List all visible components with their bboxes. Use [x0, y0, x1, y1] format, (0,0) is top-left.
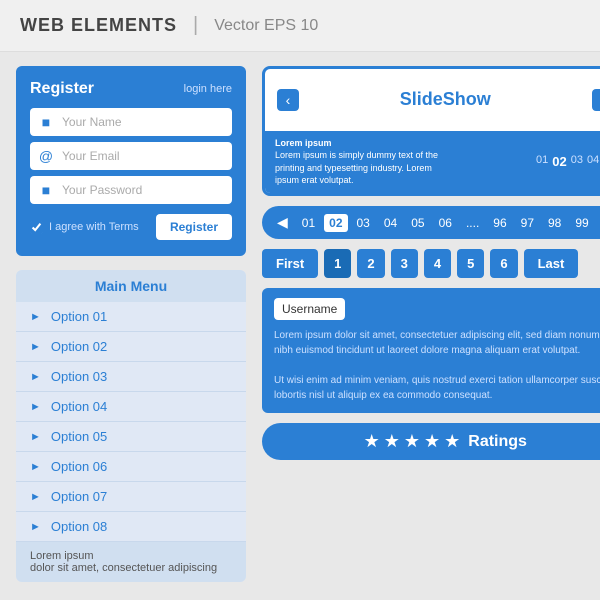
- email-placeholder: Your Email: [62, 149, 120, 163]
- menu-label-5: Option 05: [51, 429, 107, 444]
- arrow-icon-5: ►: [30, 431, 41, 443]
- name-placeholder: Your Name: [62, 115, 122, 129]
- menu-item-7[interactable]: ► Option 07: [16, 482, 246, 512]
- pag-5[interactable]: 5: [457, 249, 484, 278]
- page-06[interactable]: 06: [434, 214, 457, 232]
- arrow-icon-6: ►: [30, 461, 41, 473]
- dot-2[interactable]: 02: [552, 154, 566, 169]
- menu-footer: Lorem ipsum dolor sit amet, consectetuer…: [16, 542, 246, 582]
- name-field: ■ Your Name: [30, 108, 232, 136]
- dot-4[interactable]: 04: [587, 154, 599, 169]
- pag-3[interactable]: 3: [391, 249, 418, 278]
- ratings-bar: ★ ★ ★ ★ ★ Ratings: [262, 423, 600, 460]
- user-icon: ■: [38, 114, 54, 130]
- arrow-icon-7: ►: [30, 491, 41, 503]
- last-button[interactable]: Last: [524, 249, 579, 278]
- menu-label-3: Option 03: [51, 369, 107, 384]
- slide-lorem-text: Lorem ipsum Lorem ipsum is simply dummy …: [275, 137, 455, 187]
- register-header: Register login here: [30, 80, 232, 98]
- slide-dots: 01 02 03 04 05: [536, 154, 600, 169]
- ratings-label: Ratings: [468, 433, 527, 451]
- login-link[interactable]: login here: [184, 83, 232, 95]
- register-title: Register: [30, 80, 94, 98]
- star-5: ★: [444, 431, 460, 452]
- star-3: ★: [404, 431, 420, 452]
- page-96[interactable]: 96: [488, 214, 511, 232]
- menu-title: Main Menu: [16, 270, 246, 302]
- menu-item-6[interactable]: ► Option 06: [16, 452, 246, 482]
- menu-footer-line1: Lorem ipsum: [30, 550, 232, 562]
- arrow-icon-1: ►: [30, 311, 41, 323]
- slide-next-button[interactable]: ›: [592, 89, 600, 111]
- page-04[interactable]: 04: [379, 214, 402, 232]
- slideshow-main: ‹ SlideShow ›: [265, 69, 600, 131]
- page-97[interactable]: 97: [516, 214, 539, 232]
- main-menu: Main Menu ► Option 01 ► Option 02 ► Opti…: [16, 270, 246, 582]
- page-03[interactable]: 03: [352, 214, 375, 232]
- menu-item-5[interactable]: ► Option 05: [16, 422, 246, 452]
- password-field: ■ Your Password: [30, 176, 232, 204]
- pag-4[interactable]: 4: [424, 249, 451, 278]
- dot-3[interactable]: 03: [571, 154, 583, 169]
- pag-1[interactable]: 1: [324, 249, 351, 278]
- menu-item-3[interactable]: ► Option 03: [16, 362, 246, 392]
- menu-label-1: Option 01: [51, 309, 107, 324]
- page-ellipsis: ....: [461, 214, 484, 232]
- lock-icon: ■: [38, 182, 54, 198]
- menu-label-8: Option 08: [51, 519, 107, 534]
- page-01[interactable]: 01: [297, 214, 320, 232]
- header-divider: |: [193, 14, 198, 37]
- first-button[interactable]: First: [262, 249, 318, 278]
- menu-item-1[interactable]: ► Option 01: [16, 302, 246, 332]
- menu-label-6: Option 06: [51, 459, 107, 474]
- pagination-bottom: First 1 2 3 4 5 6 Last: [262, 249, 600, 278]
- star-4: ★: [424, 431, 440, 452]
- page-title: WEB ELEMENTS: [20, 15, 177, 36]
- star-2: ★: [384, 431, 400, 452]
- page-99[interactable]: 99: [570, 214, 593, 232]
- arrow-icon-3: ►: [30, 371, 41, 383]
- register-button[interactable]: Register: [156, 214, 232, 240]
- slideshow-box: ‹ SlideShow › Lorem ipsum Lorem ipsum is…: [262, 66, 600, 196]
- password-placeholder: Your Password: [62, 183, 142, 197]
- arrow-icon-4: ►: [30, 401, 41, 413]
- pag-2[interactable]: 2: [357, 249, 384, 278]
- pag-6[interactable]: 6: [490, 249, 517, 278]
- page-02[interactable]: 02: [324, 214, 347, 232]
- info-card: Username Lorem ipsum dolor sit amet, con…: [262, 288, 600, 413]
- agree-label[interactable]: I agree with Terms: [30, 221, 139, 234]
- menu-label-4: Option 04: [51, 399, 107, 414]
- slideshow-title: SlideShow: [299, 89, 592, 110]
- menu-footer-line2: dolor sit amet, consectetuer adipiscing: [30, 562, 232, 574]
- pagination-top: ◀ 01 02 03 04 05 06 .... 96 97 98 99 ▶: [262, 206, 600, 239]
- page-98[interactable]: 98: [543, 214, 566, 232]
- info-text-2: Ut wisi enim ad minim veniam, quis nostr…: [274, 373, 600, 403]
- username-label: Username: [274, 298, 345, 320]
- form-bottom: I agree with Terms Register: [30, 214, 232, 240]
- page-prev-button[interactable]: ◀: [272, 212, 293, 233]
- email-field: @ Your Email: [30, 142, 232, 170]
- right-column: ‹ SlideShow › Lorem ipsum Lorem ipsum is…: [262, 66, 600, 582]
- menu-label-7: Option 07: [51, 489, 107, 504]
- star-1: ★: [364, 431, 380, 452]
- header-subtitle: Vector EPS 10: [214, 17, 318, 35]
- page-header: WEB ELEMENTS | Vector EPS 10: [0, 0, 600, 52]
- menu-item-4[interactable]: ► Option 04: [16, 392, 246, 422]
- menu-label-2: Option 02: [51, 339, 107, 354]
- arrow-icon-2: ►: [30, 341, 41, 353]
- stars[interactable]: ★ ★ ★ ★ ★: [364, 431, 461, 452]
- info-text-1: Lorem ipsum dolor sit amet, consectetuer…: [274, 328, 600, 358]
- slideshow-footer: Lorem ipsum Lorem ipsum is simply dummy …: [265, 131, 600, 193]
- register-box: Register login here ■ Your Name @ Your E…: [16, 66, 246, 256]
- page-05[interactable]: 05: [406, 214, 429, 232]
- slide-prev-button[interactable]: ‹: [277, 89, 299, 111]
- agree-checkbox[interactable]: [30, 221, 43, 234]
- arrow-icon-8: ►: [30, 521, 41, 533]
- email-icon: @: [38, 148, 54, 164]
- left-column: Register login here ■ Your Name @ Your E…: [16, 66, 246, 582]
- dot-1[interactable]: 01: [536, 154, 548, 169]
- main-content: Register login here ■ Your Name @ Your E…: [0, 52, 600, 596]
- menu-item-8[interactable]: ► Option 08: [16, 512, 246, 542]
- menu-item-2[interactable]: ► Option 02: [16, 332, 246, 362]
